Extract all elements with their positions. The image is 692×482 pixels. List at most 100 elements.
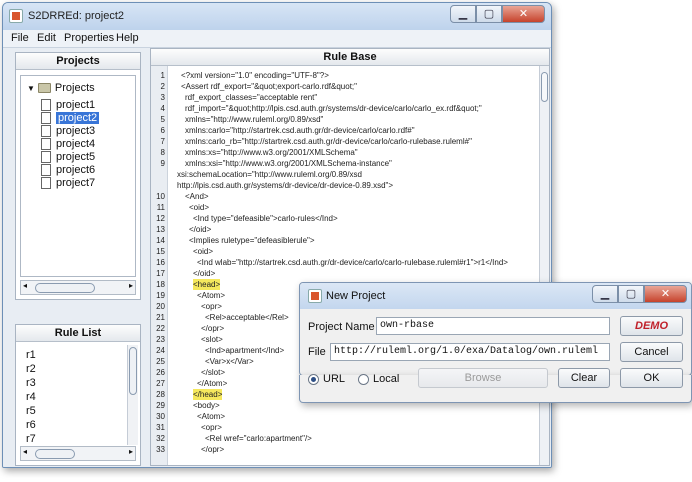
menu-file[interactable]: File: [11, 32, 29, 44]
clear-button[interactable]: Clear: [558, 368, 610, 388]
maximize-button[interactable]: ▢: [476, 5, 502, 23]
ok-button[interactable]: OK: [620, 368, 683, 388]
code-line[interactable]: 13 </oid>: [151, 224, 539, 235]
code-line[interactable]: 32 <Rel wref="carlo:apartment"/>: [151, 433, 539, 444]
menu-edit[interactable]: Edit: [37, 32, 56, 44]
file-icon: [41, 137, 51, 150]
code-line[interactable]: http://lpis.csd.auth.gr/systems/dr-devic…: [151, 180, 539, 191]
code-line[interactable]: 2 <Assert rdf_export="&quot;export-carlo.…: [151, 81, 539, 92]
code-line[interactable]: 30 <Atom>: [151, 411, 539, 422]
window-title: S2DRREd: project2: [28, 10, 124, 22]
project-tree[interactable]: ▼ Projects project1 project2 project3 proje…: [20, 75, 136, 277]
tree-item-project2[interactable]: project2: [41, 111, 100, 124]
editor-vertical-scrollbar[interactable]: [539, 66, 549, 465]
code-line[interactable]: 15 <oid>: [151, 246, 539, 257]
browse-button[interactable]: Browse: [418, 368, 548, 388]
code-line[interactable]: 10 <And>: [151, 191, 539, 202]
dialog-close-button[interactable]: ✕: [644, 285, 687, 303]
scroll-right-icon[interactable]: ▸: [129, 281, 133, 290]
tree-item-project5[interactable]: project5: [41, 150, 95, 163]
code-line[interactable]: 5 xmlns="http://www.ruleml.org/0.89/xsd": [151, 114, 539, 125]
code-line[interactable]: 6 xmlns:carlo="http://startrek.csd.auth.g…: [151, 125, 539, 136]
rule-list-item[interactable]: r7: [26, 433, 36, 445]
file-icon: [41, 150, 51, 163]
tree-item-project7[interactable]: project7: [41, 176, 95, 189]
code-line[interactable]: 16 <Ind wlab="http://startrek.csd.auth.gr…: [151, 257, 539, 268]
scrollbar-thumb[interactable]: [129, 347, 137, 395]
code-text: </oid>: [189, 225, 212, 234]
file-icon: [41, 98, 51, 111]
dialog-title-bar[interactable]: New Project ▁ ▢ ✕: [300, 283, 691, 309]
line-number: 18: [156, 280, 165, 289]
code-line[interactable]: 7 xmlns:carlo_rb="http://startrek.csd.aut…: [151, 136, 539, 147]
tree-item-project6[interactable]: project6: [41, 163, 95, 176]
code-text: <oid>: [193, 247, 214, 256]
rule-list-vertical-scrollbar[interactable]: [127, 345, 138, 445]
expand-arrow-icon[interactable]: ▼: [27, 84, 35, 93]
projects-horizontal-scrollbar[interactable]: ◂ ▸: [20, 280, 136, 295]
code-line[interactable]: 31 <opr>: [151, 422, 539, 433]
scroll-right-icon[interactable]: ▸: [129, 447, 133, 456]
local-radio[interactable]: Local: [358, 373, 399, 385]
line-number: 30: [156, 412, 165, 421]
code-text: xmlns:carlo="http://startrek.csd.auth.gr…: [185, 126, 415, 135]
rule-list-item[interactable]: r2: [26, 363, 36, 375]
local-radio-dot[interactable]: [358, 373, 369, 385]
rule-list[interactable]: r1r2r3r4r5r6r7r8: [20, 349, 126, 459]
tree-root[interactable]: ▼ Projects: [27, 82, 95, 94]
file-input[interactable]: http://ruleml.org/1.0/exa/Datalog/own.ru…: [330, 343, 610, 361]
code-line[interactable]: 14 <Implies ruletype="defeasiblerule">: [151, 235, 539, 246]
url-radio[interactable]: URL: [308, 373, 345, 385]
tree-item-label: project3: [56, 124, 96, 137]
dialog-minimize-button[interactable]: ▁: [592, 285, 618, 303]
scrollbar-thumb[interactable]: [35, 283, 95, 293]
tree-item-project1[interactable]: project1: [41, 98, 95, 111]
new-project-dialog: New Project ▁ ▢ ✕ Project Name own-rbase…: [299, 282, 692, 376]
code-line[interactable]: 12 <Ind type="defeasible">carlo-rules</In…: [151, 213, 539, 224]
code-line[interactable]: 3 rdf_export_classes="acceptable rent": [151, 92, 539, 103]
code-line[interactable]: 11 <oid>: [151, 202, 539, 213]
scroll-left-icon[interactable]: ◂: [23, 447, 27, 456]
rule-list-item[interactable]: r5: [26, 405, 36, 417]
line-number: 33: [156, 445, 165, 454]
rule-base-editor[interactable]: Rule Base 1 <?xml version="1.0" encoding=…: [150, 48, 550, 466]
scrollbar-thumb[interactable]: [541, 72, 548, 102]
menu-help[interactable]: Help: [116, 32, 139, 44]
line-number: 28: [156, 390, 165, 399]
project-name-input[interactable]: own-rbase: [376, 317, 610, 335]
code-line[interactable]: 9 xmlns:xsi="http://www.w3.org/2001/XMLSc…: [151, 158, 539, 169]
line-number: 25: [156, 357, 165, 366]
code-line[interactable]: 4 rdf_import="&quot;http://lpis.csd.auth.…: [151, 103, 539, 114]
code-text: rdf_import="&quot;http://lpis.csd.auth.g…: [185, 104, 482, 113]
rule-list-item[interactable]: r4: [26, 391, 36, 403]
tree-item-project4[interactable]: project4: [41, 137, 95, 150]
rule-list-item[interactable]: r6: [26, 419, 36, 431]
title-bar[interactable]: S2DRREd: project2 ▁ ▢ ✕: [3, 3, 551, 30]
code-text: <body>: [193, 401, 220, 410]
menu-properties[interactable]: Properties: [64, 32, 114, 44]
close-button[interactable]: ✕: [502, 5, 545, 23]
code-text: <Atom>: [197, 412, 226, 421]
line-number: 1: [160, 71, 165, 80]
code-line[interactable]: 17 </oid>: [151, 268, 539, 279]
minimize-button[interactable]: ▁: [450, 5, 476, 23]
code-text: <Rel wref="carlo:apartment"/>: [205, 434, 312, 443]
rule-list-item[interactable]: r1: [26, 349, 36, 361]
dialog-maximize-button[interactable]: ▢: [618, 285, 644, 303]
code-text: <oid>: [189, 203, 210, 212]
url-radio-dot[interactable]: [308, 373, 319, 385]
scrollbar-thumb[interactable]: [35, 449, 75, 459]
line-number: 22: [156, 324, 165, 333]
line-number: 21: [156, 313, 165, 322]
code-line[interactable]: 8 xmlns:xs="http://www.w3.org/2001/XMLSch…: [151, 147, 539, 158]
code-line[interactable]: 33 </opr>: [151, 444, 539, 455]
cancel-button[interactable]: Cancel: [620, 342, 683, 362]
url-radio-label: URL: [323, 373, 346, 385]
code-line[interactable]: xsi:schemaLocation="http://www.ruleml.or…: [151, 169, 539, 180]
rule-list-horizontal-scrollbar[interactable]: ◂ ▸: [20, 446, 136, 461]
demo-button[interactable]: DEMO: [620, 316, 683, 336]
rule-list-item[interactable]: r3: [26, 377, 36, 389]
tree-item-project3[interactable]: project3: [41, 124, 95, 137]
code-line[interactable]: 1 <?xml version="1.0" encoding="UTF-8"?>: [151, 70, 539, 81]
scroll-left-icon[interactable]: ◂: [23, 281, 27, 290]
